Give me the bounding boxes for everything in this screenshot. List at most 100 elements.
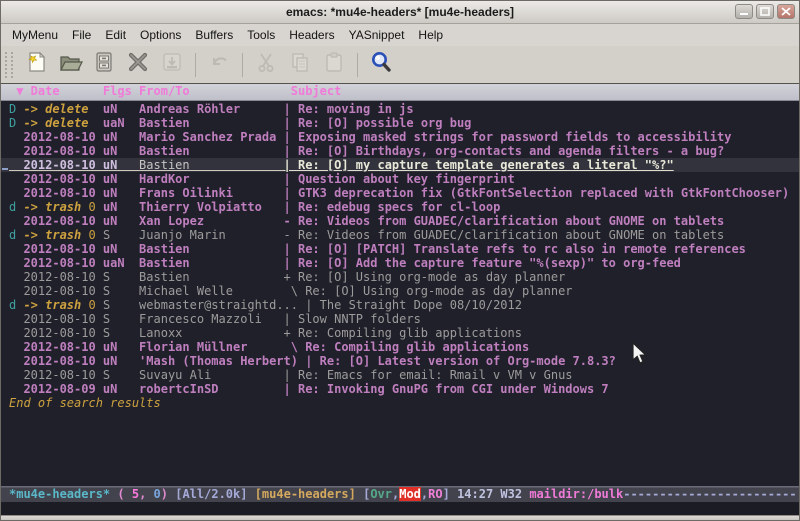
text-segment: d xyxy=(9,228,23,242)
menu-item-help[interactable]: Help xyxy=(411,25,450,45)
text-segment: Ovr xyxy=(370,487,392,501)
headers-column-header: ▼ Date Flgs From/To Subject xyxy=(1,84,799,101)
text-segment: 14:27 W32 xyxy=(457,487,529,501)
text-segment: -> delete xyxy=(23,116,88,130)
cut-icon xyxy=(253,49,279,80)
copy-button[interactable] xyxy=(283,49,317,81)
text-segment: ] xyxy=(443,487,457,501)
menu-item-headers[interactable]: Headers xyxy=(282,25,341,45)
paste-icon xyxy=(321,49,347,80)
toolbar-separator xyxy=(357,53,358,77)
message-row[interactable]: 2012-08-10 uN Frans Oilinki | GTK3 depre… xyxy=(1,186,799,200)
message-row[interactable]: 2012-08-10 S Lanoxx + Re: Compiling glib… xyxy=(1,326,799,340)
menu-item-yasnippet[interactable]: YASnippet xyxy=(342,25,412,45)
menu-item-tools[interactable]: Tools xyxy=(240,25,282,45)
window-title: emacs: *mu4e-headers* [mu4e-headers] xyxy=(1,5,799,19)
toolbar-separator xyxy=(242,53,243,77)
message-row[interactable]: 2012-08-10 S Suvayu Ali | Re: Emacs for … xyxy=(1,368,799,382)
title-bar[interactable]: emacs: *mu4e-headers* [mu4e-headers] xyxy=(1,1,799,24)
message-row[interactable]: 2012-08-10 S Francesco Mazzoli | Slow NN… xyxy=(1,312,799,326)
open-folder-button[interactable] xyxy=(53,49,87,81)
minimize-icon xyxy=(739,7,749,16)
menu-item-edit[interactable]: Edit xyxy=(98,25,133,45)
toolbar-drag-handle[interactable] xyxy=(5,52,13,78)
text-segment: RO xyxy=(428,487,442,501)
save-buffer-button[interactable] xyxy=(155,49,189,81)
text-segment: Bastien xyxy=(139,158,284,172)
message-row[interactable]: 2012-08-10 uaN Bastien | Re: [O] Add the… xyxy=(1,256,799,270)
search-button[interactable] xyxy=(364,49,398,81)
text-segment: 0 xyxy=(81,228,103,242)
search-icon xyxy=(368,49,394,80)
text-segment: 0 xyxy=(81,298,103,312)
emacs-window: emacs: *mu4e-headers* [mu4e-headers] MyM… xyxy=(0,0,800,521)
message-row[interactable]: 2012-08-10 uN Florian Müllner \ Re: Comp… xyxy=(1,340,799,354)
text-segment: 0 xyxy=(81,200,103,214)
text-segment: uN Andreas Röhler | Re: moving in js xyxy=(88,102,413,116)
text-segment: S webmaster@straightd... | The Straight … xyxy=(103,298,522,312)
new-file-button[interactable] xyxy=(19,49,53,81)
text-segment: 2012-08-10 S Francesco Mazzoli | Slow NN… xyxy=(9,312,421,326)
text-segment: End of search results xyxy=(9,396,161,410)
menu-item-options[interactable]: Options xyxy=(133,25,188,45)
message-row[interactable]: d -> trash 0 uN Thierry Volpiatto | Re: … xyxy=(1,200,799,214)
menu-item-file[interactable]: File xyxy=(65,25,98,45)
new-file-icon xyxy=(23,49,49,80)
text-segment: | Re: [O] my capture template generates … xyxy=(284,158,674,172)
text-segment: uN Thierry Volpiatto | Re: edebug specs … xyxy=(103,200,500,214)
open-folder-icon xyxy=(57,49,83,80)
message-row[interactable]: 2012-08-10 S Michael Welle \ Re: [O] Usi… xyxy=(1,284,799,298)
text-segment: [mu4e-headers] xyxy=(255,487,356,501)
file-cabinet-button[interactable] xyxy=(87,49,121,81)
text-segment: 0 xyxy=(154,487,161,501)
text-segment: 2012-08-10 uN Bastien | Re: [O] [PATCH] … xyxy=(9,242,746,256)
text-segment: d xyxy=(9,298,23,312)
text-segment: 2012-08-10 uN Bastien | Re: [O] Birthday… xyxy=(9,144,724,158)
message-row[interactable]: 2012-08-10 uN Bastien | Re: [O] Birthday… xyxy=(1,144,799,158)
menu-item-mymenu[interactable]: MyMenu xyxy=(5,25,65,45)
text-segment: 2012-08-10 S Bastien + Re: [O] Using org… xyxy=(9,270,565,284)
message-row[interactable]: d -> trash 0 S Juanjo Marin - Re: Videos… xyxy=(1,228,799,242)
text-segment: 2012-08-10 S Lanoxx + Re: Compiling glib… xyxy=(9,326,522,340)
text-segment: ( xyxy=(110,487,132,501)
text-segment: d xyxy=(9,200,23,214)
text-segment: D xyxy=(9,116,23,130)
cut-button[interactable] xyxy=(249,49,283,81)
message-row[interactable]: 2012-08-10 S Bastien + Re: [O] Using org… xyxy=(1,270,799,284)
mouse-pointer xyxy=(631,342,649,371)
close-icon xyxy=(781,7,791,16)
tool-bar xyxy=(1,46,799,84)
text-segment: 2012-08-10 uN Mario Sanchez Prada | Expo… xyxy=(9,130,731,144)
message-row[interactable]: End of search results xyxy=(1,396,799,410)
paste-button[interactable] xyxy=(317,49,351,81)
message-row[interactable]: D -> delete uN Andreas Röhler | Re: movi… xyxy=(1,102,799,116)
text-segment: maildir:/bulk xyxy=(529,487,623,501)
message-row[interactable]: D -> delete uaN Bastien | Re: [O] possib… xyxy=(1,116,799,130)
message-row[interactable]: 2012-08-09 uN robertcInSD | Re: Invoking… xyxy=(1,382,799,396)
minimize-button[interactable] xyxy=(735,4,753,19)
message-row[interactable]: 2012-08-10 uN Mario Sanchez Prada | Expo… xyxy=(1,130,799,144)
undo-button[interactable] xyxy=(202,49,236,81)
maximize-icon xyxy=(760,7,770,16)
text-segment: Mod xyxy=(399,487,421,501)
maximize-button[interactable] xyxy=(756,4,774,19)
message-row[interactable]: 2012-08-10 uN 'Mash (Thomas Herbert) | R… xyxy=(1,354,799,368)
text-segment: 2012-08-10 S Michael Welle \ Re: [O] Usi… xyxy=(9,284,573,298)
text-segment: uaN Bastien | Re: [O] possible org bug xyxy=(88,116,471,130)
text-segment: 2012-08-10 uN xyxy=(9,158,139,172)
text-segment: 2012-08-10 uN Florian Müllner \ Re: Comp… xyxy=(9,340,529,354)
message-row-current[interactable]: 2012-08-10 uN Bastien | Re: [O] my captu… xyxy=(1,158,799,172)
message-row[interactable]: d -> trash 0 S webmaster@straightd... | … xyxy=(1,298,799,312)
close-button[interactable] xyxy=(777,4,795,19)
message-row[interactable]: 2012-08-10 uN Bastien | Re: [O] [PATCH] … xyxy=(1,242,799,256)
text-segment: 2012-08-10 uN Xan Lopez - Re: Videos fro… xyxy=(9,214,724,228)
kill-buffer-button[interactable] xyxy=(121,49,155,81)
mode-line: *mu4e-headers* ( 5, 0) [All/2.0k] [mu4e-… xyxy=(1,486,799,502)
message-row[interactable]: 2012-08-10 uN HardKor | Question about k… xyxy=(1,172,799,186)
save-buffer-icon xyxy=(159,49,185,80)
message-row[interactable]: 2012-08-10 uN Xan Lopez - Re: Videos fro… xyxy=(1,214,799,228)
menu-item-buffers[interactable]: Buffers xyxy=(188,25,240,45)
message-list: D -> delete uN Andreas Röhler | Re: movi… xyxy=(1,101,799,486)
echo-area xyxy=(1,502,799,515)
text-segment: 2012-08-10 uN HardKor | Question about k… xyxy=(9,172,515,186)
